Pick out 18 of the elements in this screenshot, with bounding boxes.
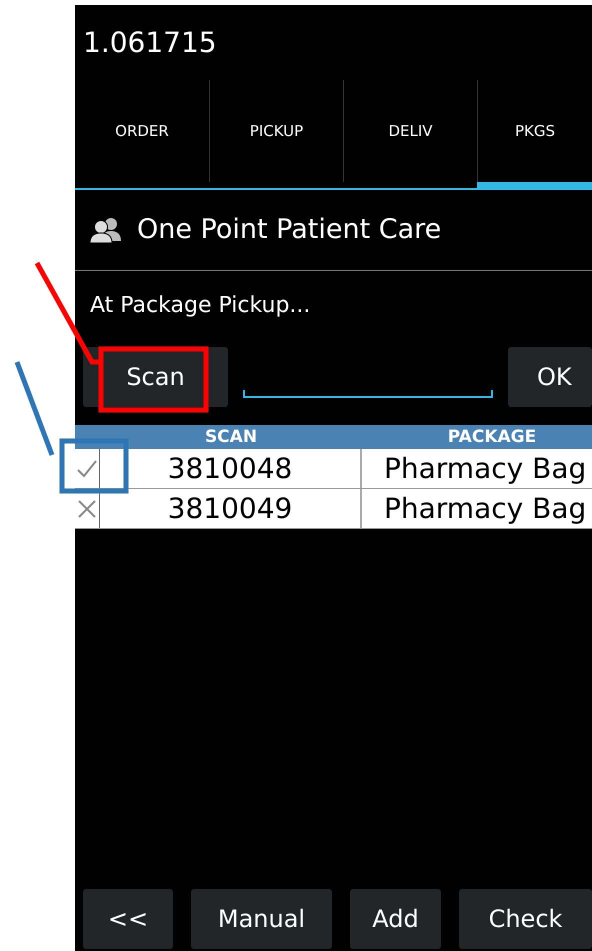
people-icon (89, 217, 123, 243)
bottom-button[interactable]: Check (459, 889, 592, 949)
status-text: At Package Pickup... (90, 293, 310, 318)
bottom-button[interactable]: Manual (191, 889, 332, 949)
scan-input-field[interactable] (243, 390, 493, 398)
tab[interactable]: DELIV (343, 80, 477, 190)
ok-button[interactable]: OK (508, 347, 592, 407)
table-cell-text: Pharmacy Bag (383, 451, 588, 487)
tab[interactable]: PICKUP (209, 80, 343, 190)
table-cell: 3810049 (100, 489, 362, 528)
customer-title: One Point Patient Care (137, 212, 442, 247)
column-header: SCAN (204, 426, 258, 449)
bottom-button[interactable]: << (83, 889, 173, 949)
app-title: 1.061715 (83, 24, 217, 60)
table-cell-text: Pharmacy Bag (383, 491, 588, 527)
column-header: PACKAGE (446, 426, 538, 449)
tab[interactable]: PKGS (477, 80, 592, 190)
bottom-button[interactable]: Add (350, 889, 441, 949)
